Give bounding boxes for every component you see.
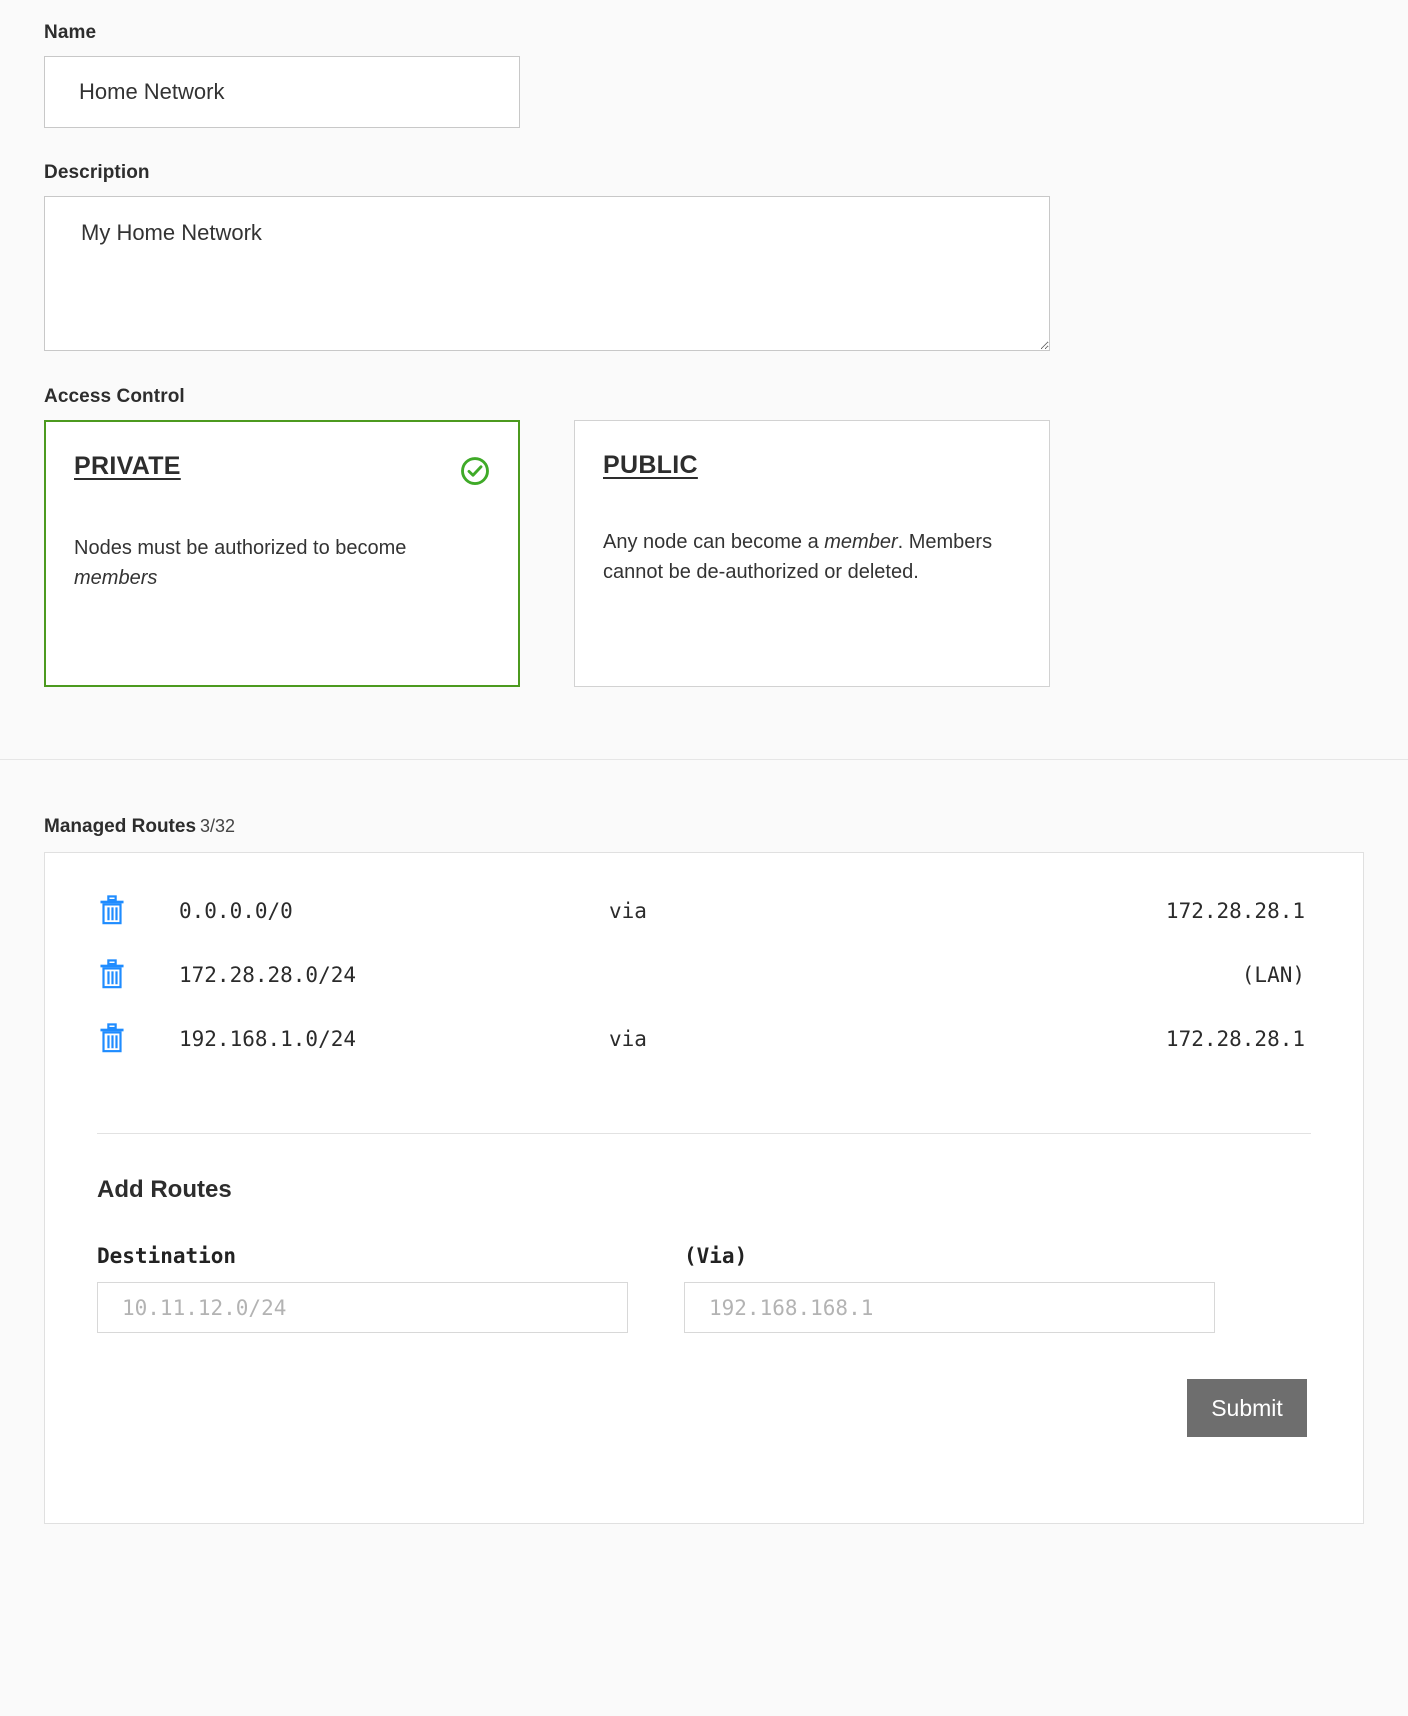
managed-routes-section: Managed Routes 3/32 0.0.0.0/0 via 172.28.… (0, 816, 1408, 1524)
name-label: Name (44, 22, 97, 43)
public-desc-text: Any node can become a (603, 531, 825, 553)
check-circle-icon (460, 456, 490, 486)
destination-input[interactable] (97, 1282, 628, 1333)
route-destination: 172.28.28.0/24 (179, 963, 357, 987)
trash-icon[interactable] (97, 894, 127, 928)
public-description: Any node can become a member. Members ca… (603, 527, 1021, 588)
table-row: 172.28.28.0/24 (LAN) (45, 943, 1363, 1007)
submit-row: Submit (45, 1333, 1363, 1437)
routes-panel: 0.0.0.0/0 via 172.28.28.1 172.28.28.0/24… (44, 852, 1364, 1524)
route-destination: 0.0.0.0/0 (179, 899, 293, 923)
table-row: 0.0.0.0/0 via 172.28.28.1 (45, 879, 1363, 943)
access-control-block: Access Control (0, 386, 1408, 408)
private-desc-emphasis: members (74, 567, 158, 590)
access-control-label: Access Control (44, 386, 185, 407)
via-input[interactable] (684, 1282, 1215, 1333)
add-routes-divider (97, 1133, 1311, 1134)
access-control-options: PRIVATE Nodes must be authorized to beco… (0, 420, 1408, 687)
private-description: Nodes must be authorized to become membe… (74, 533, 490, 594)
name-field-block: Name (0, 22, 1408, 128)
managed-routes-title: Managed Routes (44, 816, 197, 837)
public-card-header: PUBLIC (603, 451, 1021, 480)
private-desc-text: Nodes must be authorized to become (74, 537, 407, 559)
route-destination: 192.168.1.0/24 (179, 1027, 357, 1051)
public-desc-emphasis: member (824, 531, 898, 553)
public-title: PUBLIC (603, 451, 698, 479)
managed-routes-heading: Managed Routes 3/32 (44, 816, 1364, 838)
route-gateway: 172.28.28.1 (1165, 1027, 1305, 1051)
trash-icon[interactable] (97, 958, 127, 992)
destination-field-group: Destination (97, 1244, 628, 1333)
network-settings-form: Name Description My Home Network Access … (0, 0, 1408, 687)
add-routes-fields: Destination (Via) (97, 1244, 1363, 1333)
destination-label: Destination (97, 1244, 237, 1268)
managed-routes-count: 3/32 (200, 816, 236, 836)
access-option-private[interactable]: PRIVATE Nodes must be authorized to beco… (44, 420, 520, 687)
via-field-group: (Via) (684, 1244, 1215, 1333)
private-title: PRIVATE (74, 452, 181, 480)
via-label: (Via) (684, 1244, 748, 1268)
private-card-header: PRIVATE (74, 452, 490, 486)
access-option-public[interactable]: PUBLIC Any node can become a member. Mem… (574, 420, 1050, 687)
table-row: 192.168.1.0/24 via 172.28.28.1 (45, 1007, 1363, 1071)
network-name-input[interactable] (44, 56, 520, 128)
trash-icon[interactable] (97, 1022, 127, 1056)
network-description-textarea[interactable]: My Home Network (44, 196, 1050, 351)
route-gateway: (LAN) (1241, 963, 1305, 987)
description-field-block: Description My Home Network (0, 162, 1408, 356)
description-label: Description (44, 162, 150, 183)
route-gateway: 172.28.28.1 (1165, 899, 1305, 923)
add-routes-title: Add Routes (97, 1176, 232, 1203)
route-via-label: via (609, 899, 647, 923)
submit-button[interactable]: Submit (1187, 1379, 1307, 1437)
section-divider (0, 759, 1408, 794)
route-via-label: via (609, 1027, 647, 1051)
